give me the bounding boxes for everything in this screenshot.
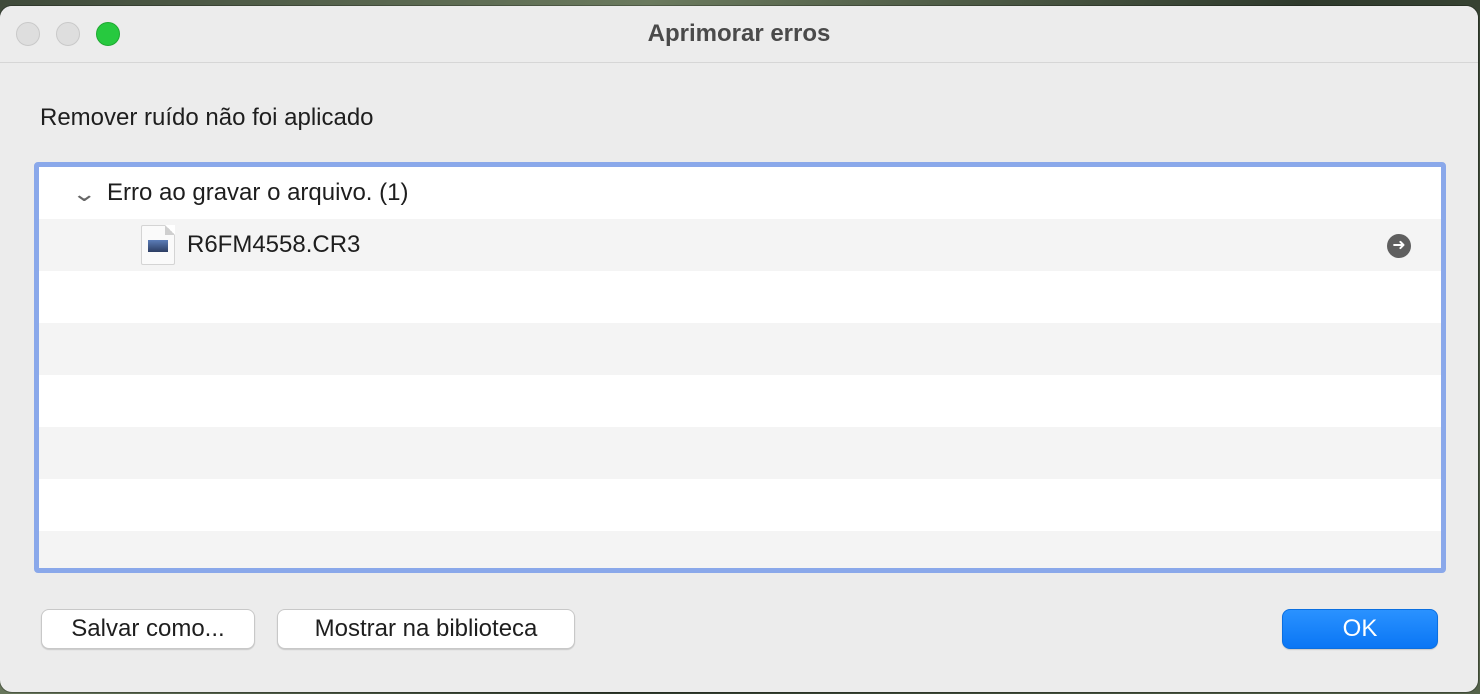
list-item[interactable]: R6FM4558.CR3 ➜ — [39, 219, 1441, 271]
show-in-library-button[interactable]: Mostrar na biblioteca — [277, 609, 575, 649]
ok-button[interactable]: OK — [1282, 609, 1438, 649]
raw-image-file-icon — [141, 225, 175, 265]
window-title: Aprimorar erros — [647, 20, 831, 47]
error-group-row[interactable]: ⌄ Erro ao gravar o arquivo. (1) — [39, 167, 1441, 219]
empty-row — [39, 271, 1441, 323]
error-list[interactable]: ⌄ Erro ao gravar o arquivo. (1) R6FM4558… — [34, 162, 1446, 573]
empty-row — [39, 323, 1441, 375]
chevron-down-icon[interactable]: ⌄ — [71, 181, 97, 207]
empty-row — [39, 531, 1441, 568]
empty-row — [39, 479, 1441, 531]
arrow-right-circle-icon[interactable]: ➜ — [1387, 234, 1411, 258]
save-as-button[interactable]: Salvar como... — [41, 609, 255, 649]
empty-row — [39, 375, 1441, 427]
title-bar: Aprimorar erros — [0, 6, 1478, 63]
error-group-label: Erro ao gravar o arquivo. (1) — [107, 179, 409, 206]
error-message: Remover ruído não foi aplicado — [40, 104, 374, 131]
empty-row — [39, 427, 1441, 479]
file-name: R6FM4558.CR3 — [187, 231, 361, 258]
